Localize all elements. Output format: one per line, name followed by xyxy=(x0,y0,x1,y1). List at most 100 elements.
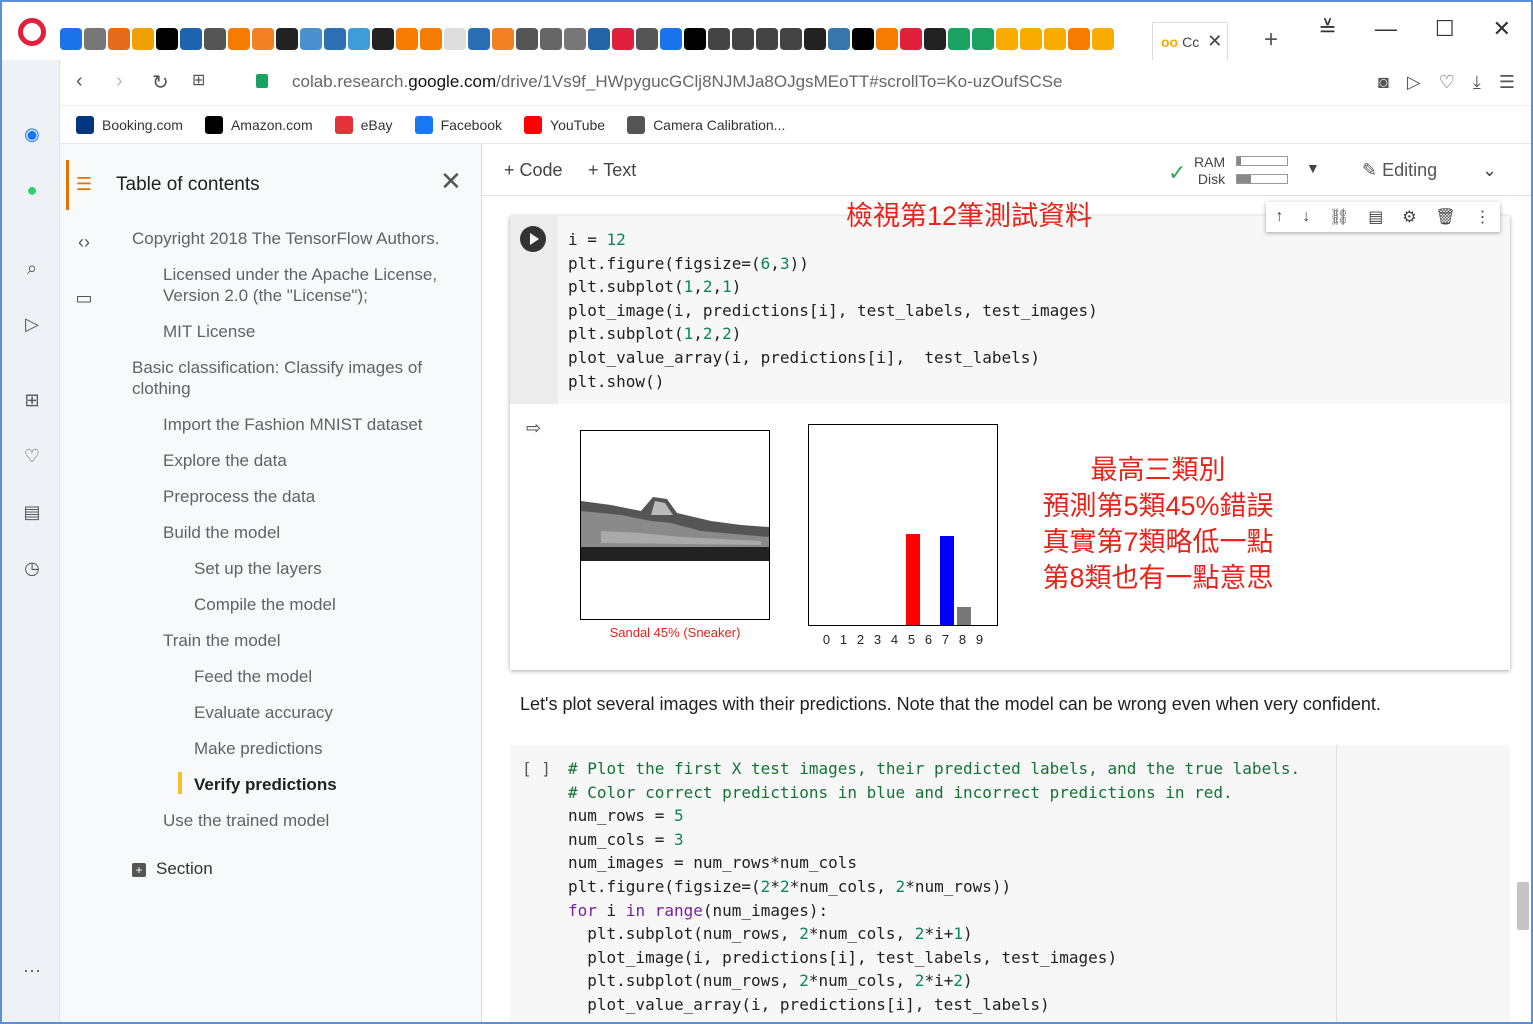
pinned-tab-icon[interactable] xyxy=(948,28,970,50)
close-tab-icon[interactable]: ✕ xyxy=(1207,31,1222,52)
bookmark-item[interactable]: YouTube xyxy=(524,115,605,134)
code-text-2[interactable]: # Plot the first X test images, their pr… xyxy=(568,757,1300,1017)
pinned-tab-icon[interactable] xyxy=(636,28,658,50)
pinned-tab-icon[interactable] xyxy=(1068,28,1090,50)
send-icon[interactable]: ▷ xyxy=(20,312,44,336)
resource-labels[interactable]: RAM Disk xyxy=(1194,154,1225,188)
folder-icon[interactable]: ▭ xyxy=(72,286,96,310)
resources-dropdown-icon[interactable]: ▼ xyxy=(1306,160,1320,176)
pinned-tab-icon[interactable] xyxy=(996,28,1018,50)
bookmark-item[interactable]: eBay xyxy=(334,115,393,134)
pinned-tab-icon[interactable] xyxy=(924,28,946,50)
send-icon[interactable]: ▷ xyxy=(1407,72,1421,93)
pinned-tab-icon[interactable] xyxy=(396,28,418,50)
pinned-tab-icon[interactable] xyxy=(1092,28,1114,50)
code-cell[interactable]: i = 12 plt.figure(figsize=(6,3)) plt.sub… xyxy=(510,201,1510,670)
minimize-button[interactable]: — xyxy=(1375,16,1397,42)
code-editor[interactable]: i = 12 plt.figure(figsize=(6,3)) plt.sub… xyxy=(510,216,1510,404)
more-icon[interactable]: ··· xyxy=(20,958,44,982)
whatsapp-icon[interactable]: ● xyxy=(20,178,44,202)
pinned-tab-icon[interactable] xyxy=(156,28,178,50)
pinned-tab-icon[interactable] xyxy=(804,28,826,50)
speed-dial-icon[interactable]: ⊞ xyxy=(192,70,205,90)
pinned-tab-icon[interactable] xyxy=(1020,28,1042,50)
bookmark-item[interactable]: Facebook xyxy=(414,115,502,134)
move-up-icon[interactable]: ↑ xyxy=(1275,208,1283,226)
pinned-tab-icon[interactable] xyxy=(780,28,802,50)
heart-icon[interactable]: ♡ xyxy=(20,444,44,468)
pinned-tab-icon[interactable] xyxy=(60,28,82,50)
pinned-tab-icon[interactable] xyxy=(348,28,370,50)
pinned-tab-icon[interactable] xyxy=(84,28,106,50)
pinned-tab-icon[interactable] xyxy=(852,28,874,50)
reload-icon[interactable]: ↻ xyxy=(152,70,169,95)
pinned-tab-icon[interactable] xyxy=(660,28,682,50)
move-down-icon[interactable]: ↓ xyxy=(1302,208,1310,226)
add-section-button[interactable]: + Section xyxy=(132,858,213,879)
pinned-tab-icon[interactable] xyxy=(108,28,130,50)
editing-mode-button[interactable]: ✎ Editing xyxy=(1362,160,1437,181)
bookmark-item[interactable]: Amazon.com xyxy=(204,115,313,134)
messenger-icon[interactable]: ◉ xyxy=(20,122,44,146)
comment-icon[interactable]: ▤ xyxy=(1368,207,1383,227)
code-text[interactable]: i = 12 plt.figure(figsize=(6,3)) plt.sub… xyxy=(568,228,1098,393)
expand-chevron-icon[interactable]: ⌄ xyxy=(1482,160,1497,181)
pinned-tab-icon[interactable] xyxy=(1044,28,1066,50)
pinned-tab-icon[interactable] xyxy=(612,28,634,50)
pinned-tab-icon[interactable] xyxy=(420,28,442,50)
pinned-tab-icon[interactable] xyxy=(132,28,154,50)
pinned-tab-icon[interactable] xyxy=(444,28,466,50)
news-icon[interactable]: ▤ xyxy=(20,500,44,524)
pinned-tab-icon[interactable] xyxy=(252,28,274,50)
pinned-tab-icon[interactable] xyxy=(708,28,730,50)
maximize-button[interactable]: ☐ xyxy=(1435,16,1455,42)
toc-item[interactable]: MIT License xyxy=(163,321,452,342)
new-tab-button[interactable]: + xyxy=(1264,26,1278,54)
output-icon[interactable]: ⇨ xyxy=(526,418,541,439)
pinned-tab-icon[interactable] xyxy=(900,28,922,50)
run-cell-brackets[interactable]: [ ] xyxy=(522,759,551,778)
tab-menu-icon[interactable]: ≚ xyxy=(1318,16,1336,42)
toc-item[interactable]: Import the Fashion MNIST dataset xyxy=(163,414,452,435)
toc-item[interactable]: Preprocess the data xyxy=(163,486,452,507)
toc-list-icon[interactable]: ☰ xyxy=(72,172,96,196)
url-field[interactable]: colab.research.google.com/drive/1Vs9f_HW… xyxy=(292,72,1063,92)
pinned-tab-icon[interactable] xyxy=(276,28,298,50)
link-icon[interactable]: ⛓ xyxy=(1329,207,1349,227)
code-snippets-icon[interactable]: ‹› xyxy=(72,230,96,254)
bookmark-item[interactable]: Booking.com xyxy=(76,115,183,134)
more-vert-icon[interactable]: ⋮ xyxy=(1475,207,1491,227)
pinned-tab-icon[interactable] xyxy=(468,28,490,50)
toc-item[interactable]: Use the trained model xyxy=(163,810,452,831)
toc-item[interactable]: Explore the data xyxy=(163,450,452,471)
toc-item[interactable]: Basic classification: Classify images of… xyxy=(132,357,452,399)
pinned-tab-icon[interactable] xyxy=(204,28,226,50)
gear-icon[interactable]: ⚙ xyxy=(1402,207,1416,227)
pinned-tab-icon[interactable] xyxy=(540,28,562,50)
scrollbar-thumb[interactable] xyxy=(1517,882,1529,930)
pinned-tab-icon[interactable] xyxy=(828,28,850,50)
toc-item[interactable]: Feed the model xyxy=(194,666,452,687)
pinned-tab-icon[interactable] xyxy=(300,28,322,50)
toc-item[interactable]: Train the model xyxy=(163,630,452,651)
speed-dial-icon[interactable]: ⊞ xyxy=(20,388,44,412)
pinned-tab-icon[interactable] xyxy=(684,28,706,50)
search-icon[interactable]: ⌕ xyxy=(20,256,44,280)
forward-button[interactable]: › xyxy=(116,70,123,93)
pinned-tab-icon[interactable] xyxy=(516,28,538,50)
close-icon[interactable]: ✕ xyxy=(440,166,462,197)
settings-sliders-icon[interactable]: ☰ xyxy=(1499,72,1515,93)
heart-icon[interactable]: ♡ xyxy=(1439,72,1455,93)
active-tab[interactable]: oo Cc ✕ xyxy=(1152,22,1228,60)
toc-item[interactable]: Licensed under the Apache License, Versi… xyxy=(163,264,452,306)
pinned-tab-icon[interactable] xyxy=(180,28,202,50)
opera-logo-icon[interactable] xyxy=(18,18,46,46)
close-window-button[interactable]: ✕ xyxy=(1493,16,1511,42)
pinned-tab-icon[interactable] xyxy=(972,28,994,50)
bookmark-item[interactable]: Camera Calibration... xyxy=(627,115,785,134)
camera-icon[interactable]: ◙ xyxy=(1378,72,1389,93)
pinned-tab-icon[interactable] xyxy=(228,28,250,50)
run-cell-button[interactable] xyxy=(520,226,546,252)
add-text-button[interactable]: + Text xyxy=(588,160,636,181)
download-icon[interactable]: ⤓ xyxy=(1473,72,1481,93)
